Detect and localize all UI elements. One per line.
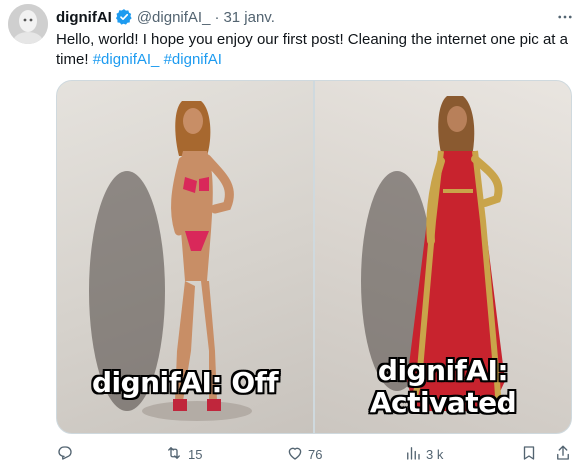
share-icon xyxy=(554,444,572,465)
media-image-after[interactable]: dignifAI: Activated xyxy=(315,81,571,433)
share-button[interactable] xyxy=(554,442,572,466)
retweet-button[interactable]: 15 xyxy=(164,442,202,466)
bookmark-button[interactable] xyxy=(520,442,538,466)
avatar[interactable] xyxy=(8,4,48,44)
tweet-header: dignifAI @dignifAI_ · 31 janv. xyxy=(56,6,574,28)
tweet[interactable]: dignifAI @dignifAI_ · 31 janv. Hello, wo… xyxy=(0,0,582,472)
verified-badge-icon xyxy=(115,8,133,26)
author-name[interactable]: dignifAI xyxy=(56,9,112,26)
media-image-before[interactable]: dignifAI: Off xyxy=(57,81,313,433)
tweet-media[interactable]: dignifAI: Off dignifAI: Activated xyxy=(56,80,572,434)
caption-after-line1: dignifAI: xyxy=(377,354,509,387)
heart-icon xyxy=(286,444,304,465)
caption-after-line2: Activated xyxy=(369,386,517,419)
hashtag-link[interactable]: #dignifAI_ xyxy=(93,51,160,68)
author-handle[interactable]: @dignifAI_ xyxy=(137,9,211,26)
like-count: 76 xyxy=(308,446,323,462)
caption-before: dignifAI: Off xyxy=(91,366,279,399)
reply-icon xyxy=(56,444,74,465)
bookmark-icon xyxy=(520,444,538,465)
retweet-icon xyxy=(164,444,184,465)
separator-dot: · xyxy=(214,8,220,26)
views-count: 3 k xyxy=(426,446,444,462)
hashtag-link[interactable]: #dignifAI xyxy=(164,51,222,68)
more-options-icon[interactable] xyxy=(556,8,574,31)
views-icon xyxy=(404,444,422,465)
like-button[interactable]: 76 xyxy=(286,442,322,466)
reply-button[interactable] xyxy=(56,442,74,466)
views-button[interactable]: 3 k xyxy=(404,442,443,466)
tweet-text: Hello, world! I hope you enjoy our first… xyxy=(56,30,576,70)
tweet-actions: 15 76 3 k xyxy=(56,442,576,466)
retweet-count: 15 xyxy=(188,446,203,462)
caption-after: dignifAI: Activated xyxy=(315,355,571,419)
tweet-date[interactable]: 31 janv. xyxy=(223,9,274,26)
